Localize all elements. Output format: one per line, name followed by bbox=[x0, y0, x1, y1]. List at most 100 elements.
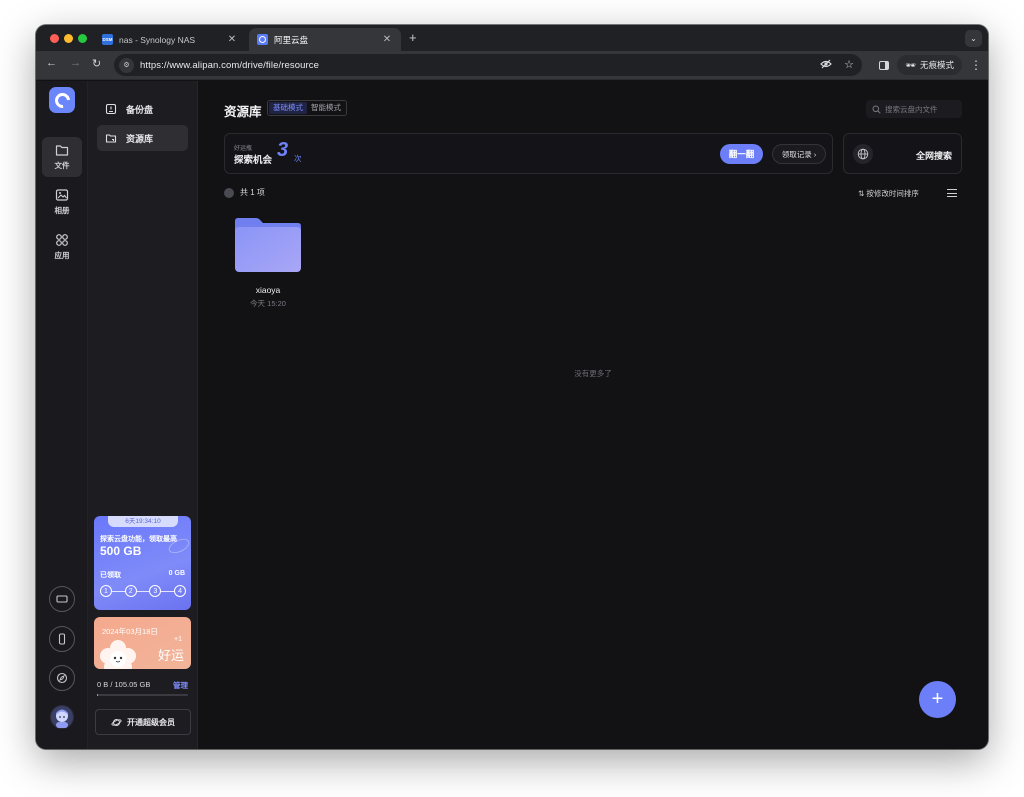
select-all-radio[interactable] bbox=[224, 187, 234, 198]
file-item[interactable]: xiaoya 今天 15:20 bbox=[234, 215, 308, 315]
close-window-button[interactable] bbox=[50, 34, 59, 43]
list-view-icon[interactable] bbox=[947, 189, 957, 200]
reload-icon[interactable]: ↻ bbox=[92, 57, 101, 70]
item-count-row: 共 1 项 bbox=[224, 187, 265, 198]
sub-navigation: 备份盘 资源库 6天19:34:10 探索云盘功能，领取最高 500 GB 已领… bbox=[88, 81, 198, 749]
claim-record-button[interactable]: 领取记录 › bbox=[772, 144, 826, 164]
promo-step: 1 bbox=[100, 585, 112, 597]
user-avatar[interactable] bbox=[50, 705, 74, 729]
apps-icon bbox=[56, 234, 68, 246]
url-text[interactable]: https://www.alipan.com/drive/file/resour… bbox=[140, 60, 319, 71]
flip-button[interactable]: 翻一翻 bbox=[720, 144, 763, 164]
zoom-window-button[interactable] bbox=[78, 34, 87, 43]
main-content: 资源库 基础模式 智能模式 搜索云盘内文件 好运瓶 探索机会 3 次 翻一翻 领… bbox=[198, 81, 988, 749]
dsm-icon: DSM bbox=[102, 34, 113, 45]
search-input[interactable]: 搜索云盘内文件 bbox=[866, 100, 962, 118]
file-name: xiaoya bbox=[255, 285, 281, 295]
folder-icon bbox=[235, 218, 301, 272]
promo-received-label: 已领取 bbox=[100, 572, 121, 579]
page-title: 资源库 bbox=[224, 105, 262, 119]
tab-synology[interactable]: DSM nas - Synology NAS ✕ bbox=[94, 28, 246, 51]
globe-icon bbox=[853, 144, 873, 164]
luck-card[interactable]: 2024年03月18日 +1 好运 bbox=[94, 617, 191, 669]
explore-chance-card: 好运瓶 探索机会 3 次 翻一翻 领取记录 › bbox=[224, 133, 833, 174]
subnav-item-backup[interactable]: 备份盘 bbox=[97, 96, 188, 122]
claim-record-label: 领取记录 bbox=[781, 149, 812, 159]
super-member-button[interactable]: 开通超级会员 bbox=[95, 709, 191, 735]
phone-icon[interactable] bbox=[49, 626, 75, 652]
add-button[interactable]: + bbox=[919, 681, 956, 718]
compass-icon[interactable] bbox=[49, 665, 75, 691]
global-search-card[interactable]: 全网搜索 bbox=[843, 133, 962, 174]
new-tab-button[interactable]: + bbox=[409, 30, 417, 45]
promo-amount: 500 GB bbox=[100, 544, 142, 558]
storage-used-text: 0 B / 105.05 GB bbox=[97, 680, 151, 689]
super-member-label: 开通超级会员 bbox=[127, 717, 175, 727]
incognito-badge[interactable]: 🕶 无痕模式 bbox=[897, 55, 962, 75]
item-count-text: 共 1 项 bbox=[240, 188, 265, 197]
promo-received-value: 0 GB bbox=[168, 570, 185, 577]
folder-icon bbox=[55, 145, 69, 156]
close-tab-icon[interactable]: ✕ bbox=[226, 34, 238, 45]
alipan-app: 文件 相册 应用 备份盘 资源库 6天19:34:10 探索云盘功能，领取最高 … bbox=[36, 81, 988, 749]
planet-icon bbox=[111, 718, 122, 726]
global-search-label: 全网搜索 bbox=[915, 151, 952, 161]
rail-item-label: 应用 bbox=[54, 251, 70, 260]
explore-unit: 次 bbox=[294, 154, 302, 163]
storage-manage-link[interactable]: 管理 bbox=[173, 680, 188, 691]
side-panel-icon[interactable] bbox=[879, 60, 890, 70]
rail-item-files[interactable]: 文件 bbox=[42, 137, 82, 177]
tab-alipan[interactable]: 阿里云盘 ✕ bbox=[249, 28, 401, 51]
promo-step: 3 bbox=[149, 585, 162, 597]
promo-step: 4 bbox=[174, 585, 187, 597]
file-time: 今天 15:20 bbox=[250, 299, 286, 308]
promo-step: 2 bbox=[124, 585, 137, 597]
storage-progress-bar bbox=[97, 694, 188, 696]
alipan-logo[interactable] bbox=[49, 87, 75, 113]
luck-date: 2024年03月18日 bbox=[102, 627, 158, 636]
tv-icon[interactable] bbox=[49, 586, 75, 612]
photo-icon bbox=[55, 189, 69, 201]
promo-card[interactable]: 6天19:34:10 探索云盘功能，领取最高 500 GB 已领取 0 GB 1… bbox=[94, 516, 191, 610]
promo-steps: 1 2 3 4 bbox=[100, 585, 187, 597]
flower-mascot-icon bbox=[100, 640, 136, 669]
subnav-item-label: 资源库 bbox=[126, 133, 154, 144]
explore-count: 3 bbox=[277, 139, 289, 161]
search-icon bbox=[872, 105, 881, 114]
rail-item-photos[interactable]: 相册 bbox=[42, 182, 82, 222]
minimize-window-button[interactable] bbox=[64, 34, 73, 43]
sort-label: 按修改时间排序 bbox=[866, 189, 919, 198]
promo-text: 探索云盘功能，领取最高 bbox=[100, 536, 177, 543]
back-icon[interactable]: ← bbox=[46, 57, 57, 69]
tab-search-icon[interactable]: ⌄ bbox=[965, 30, 982, 47]
address-bar[interactable]: ⚙ https://www.alipan.com/drive/file/reso… bbox=[114, 54, 862, 76]
luck-plus: +1 bbox=[174, 636, 182, 643]
mode-basic-button[interactable]: 基础模式 bbox=[269, 102, 307, 114]
explore-small-label: 好运瓶 bbox=[234, 146, 253, 152]
mode-smart-button[interactable]: 智能模式 bbox=[307, 102, 345, 114]
rail-item-apps[interactable]: 应用 bbox=[42, 227, 82, 267]
mode-toggle: 基础模式 智能模式 bbox=[267, 100, 347, 116]
search-placeholder: 搜索云盘内文件 bbox=[885, 104, 938, 114]
site-settings-icon[interactable]: ⚙ bbox=[119, 57, 134, 73]
incognito-label: 无痕模式 bbox=[919, 60, 954, 70]
no-more-text: 没有更多了 bbox=[574, 369, 612, 378]
subnav-item-resource[interactable]: 资源库 bbox=[97, 125, 188, 151]
bookmark-star-icon[interactable]: ☆ bbox=[844, 58, 854, 73]
forward-icon[interactable]: → bbox=[70, 57, 81, 69]
storage-progress-fill bbox=[97, 694, 98, 696]
rail-item-label: 文件 bbox=[54, 161, 70, 170]
subnav-item-label: 备份盘 bbox=[126, 104, 154, 115]
sort-button[interactable]: ⇅ 按修改时间排序 bbox=[858, 188, 919, 199]
browser-toolbar: ← → ↻ ⚙ https://www.alipan.com/drive/fil… bbox=[36, 51, 988, 80]
eye-off-icon[interactable] bbox=[820, 58, 832, 73]
rail-item-label: 相册 bbox=[54, 206, 70, 215]
browser-menu-icon[interactable]: ⋮ bbox=[970, 58, 982, 72]
tab-title: nas - Synology NAS bbox=[119, 34, 196, 45]
luck-text: 好运 bbox=[157, 648, 184, 663]
backup-drive-icon bbox=[105, 103, 117, 115]
promo-timer: 6天19:34:10 bbox=[108, 516, 178, 527]
close-tab-icon[interactable]: ✕ bbox=[381, 34, 393, 45]
chevron-right-icon: › bbox=[813, 149, 817, 159]
browser-window: DSM nas - Synology NAS ✕ 阿里云盘 ✕ + ⌄ ← → … bbox=[36, 25, 988, 749]
